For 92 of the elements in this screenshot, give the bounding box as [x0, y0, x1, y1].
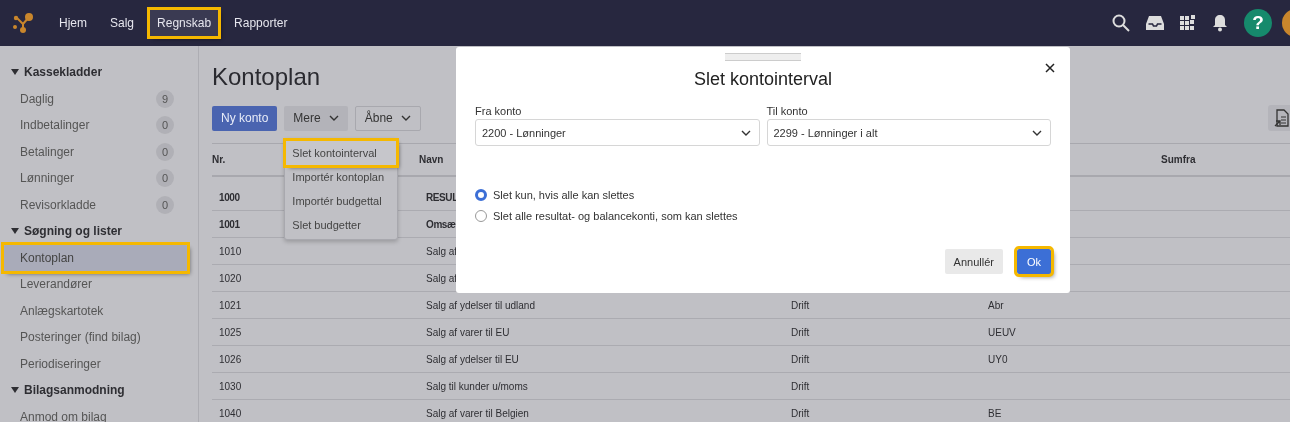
more-button[interactable]: Mere: [284, 105, 348, 131]
sidebar-item-label: Anlægskartotek: [20, 303, 105, 318]
cancel-button[interactable]: Annullér: [944, 249, 1003, 274]
count-badge: 9: [156, 89, 174, 108]
radio-label: Slet alle resultat- og balancekonti, som kan slettes: [493, 210, 738, 222]
help-button[interactable]: ?: [1244, 9, 1272, 37]
sidebar-item[interactable]: Lønninger 0: [4, 165, 187, 192]
table-cell: UY0: [988, 353, 1008, 365]
sidebar-item[interactable]: Anlægskartotek: [4, 297, 187, 324]
table-cell: Salg af varer til Belgien: [426, 407, 529, 419]
menu-item[interactable]: Slet kontointerval: [286, 140, 397, 165]
sidebar-item-label: Periodiseringer: [20, 356, 102, 371]
sidebar-item[interactable]: Revisorkladde 0: [4, 191, 187, 218]
sidebar-item[interactable]: Periodiseringer: [4, 350, 187, 377]
table-cell: Drift: [791, 380, 810, 392]
sidebar-section[interactable]: Søgning og lister: [0, 218, 198, 245]
table-cell: 1030: [219, 380, 242, 392]
chevron-down-icon: [328, 115, 339, 121]
sidebar-item[interactable]: Posteringer (find bilag): [4, 324, 187, 351]
table-cell: Drift: [791, 353, 810, 365]
table-cell: 1040: [219, 407, 242, 419]
sidebar-item[interactable]: Kontoplan: [4, 244, 187, 271]
field-label: Til konto: [766, 105, 809, 117]
ok-button[interactable]: Ok: [1016, 249, 1051, 274]
sidebar-item-label: Kontoplan: [20, 250, 76, 265]
column-header: Navn: [419, 154, 445, 165]
page-title: Kontoplan: [212, 63, 321, 91]
nav-link[interactable]: Rapporter: [227, 10, 295, 36]
table-cell: Omsæ: [426, 218, 456, 230]
sidebar-section[interactable]: Bilagsanmodning: [0, 377, 198, 404]
table-cell: 1026: [219, 353, 242, 365]
menu-item[interactable]: Importér budgettal: [286, 188, 397, 213]
logo-icon[interactable]: [12, 12, 34, 34]
sidebar-item-label: Revisorkladde: [20, 197, 98, 212]
table-cell: 1021: [219, 299, 242, 311]
grid-icon[interactable]: [1180, 15, 1196, 31]
sidebar-item-label: Leverandører: [20, 277, 94, 292]
table-cell: Drift: [791, 407, 810, 419]
inbox-icon[interactable]: [1146, 15, 1164, 31]
drag-handle[interactable]: [725, 53, 801, 61]
column-header: Nr.: [212, 154, 227, 165]
table-cell: Salg af varer til EU: [426, 326, 510, 338]
table-cell: Salg af ydelser til EU: [426, 353, 519, 365]
column-header: Sumfra: [1161, 154, 1197, 165]
radio-label: Slet kun, hvis alle kan slettes: [493, 189, 635, 201]
sidebar-item[interactable]: Betalinger 0: [4, 138, 187, 165]
count-badge: 0: [156, 195, 174, 214]
table-cell: 1025: [219, 326, 242, 338]
sidebar-item[interactable]: Indbetalinger 0: [4, 112, 187, 139]
close-icon: [1045, 63, 1055, 73]
nav-link[interactable]: Regnskab: [150, 10, 219, 36]
chevron-down-icon: [400, 115, 411, 121]
sidebar-section[interactable]: Kassekladder: [0, 59, 198, 86]
new-account-button[interactable]: Ny konto: [212, 105, 278, 131]
account-select[interactable]: 2200 - Lønninger: [475, 119, 760, 146]
document-export-icon: [1274, 109, 1290, 127]
field-label: Fra konto: [475, 105, 523, 117]
sidebar-item-label: Posteringer (find bilag): [20, 330, 142, 345]
nav-link[interactable]: Salg: [103, 10, 142, 36]
table-cell: BE: [988, 407, 1002, 419]
nav-link[interactable]: Hjem: [52, 10, 94, 36]
table-cell: Salg til kunder u/moms: [426, 380, 528, 392]
dropdown-button[interactable]: Åbne: [354, 105, 421, 131]
table-cell: 1020: [219, 272, 242, 284]
table-cell: Drift: [791, 299, 810, 311]
account-select[interactable]: 2299 - Lønninger i alt: [766, 119, 1051, 146]
table-cell: Salg af ydelser til udland: [426, 299, 535, 311]
table-cell: 1001: [219, 218, 240, 230]
menu-item[interactable]: Importér kontoplan: [286, 164, 397, 189]
table-cell: Drift: [791, 326, 810, 338]
chevron-down-icon: [1032, 129, 1042, 136]
sidebar-item[interactable]: Daglig 9: [4, 85, 187, 112]
table-cell: 1010: [219, 245, 242, 257]
table-cell: UEUV: [988, 326, 1016, 338]
count-badge: 0: [156, 142, 174, 161]
bell-icon[interactable]: [1212, 14, 1228, 32]
export-button[interactable]: [1268, 105, 1290, 131]
sidebar-item[interactable]: Leverandører: [4, 271, 187, 298]
table-cell: RESUL: [426, 191, 458, 203]
menu-item[interactable]: Slet budgetter: [286, 212, 397, 237]
sidebar-item-label: Lønninger: [20, 171, 76, 186]
chevron-down-icon: [740, 129, 751, 136]
sidebar-item-label: Indbetalinger: [20, 118, 91, 133]
search-icon[interactable]: [1112, 14, 1130, 32]
table-cell: Abr: [988, 299, 1004, 311]
count-badge: 0: [156, 169, 174, 188]
count-badge: 0: [156, 116, 174, 135]
sidebar-item-label: Betalinger: [20, 144, 76, 159]
radio-button[interactable]: [475, 189, 487, 201]
dialog-title: Slet kontointerval: [692, 69, 834, 90]
table-cell: 1000: [219, 191, 240, 203]
sidebar-item-label: Daglig: [20, 91, 56, 106]
